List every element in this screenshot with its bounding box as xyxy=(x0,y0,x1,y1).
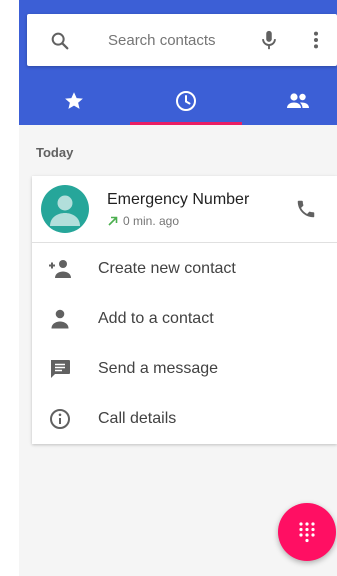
outgoing-call-arrow-icon xyxy=(108,216,118,226)
more-vert-icon[interactable] xyxy=(308,29,324,51)
dialpad-fab-button[interactable] xyxy=(278,503,336,561)
star-icon xyxy=(65,91,83,109)
tab-selected-indicator xyxy=(130,122,242,125)
tab-bar xyxy=(19,76,337,125)
action-create-contact[interactable]: Create new contact xyxy=(32,244,337,294)
app-header: Search contacts xyxy=(19,0,337,125)
call-time: 0 min. ago xyxy=(123,214,180,228)
section-header-today: Today xyxy=(36,145,74,160)
search-bar[interactable]: Search contacts xyxy=(27,14,337,66)
action-call-details[interactable]: Call details xyxy=(32,394,337,444)
search-input[interactable]: Search contacts xyxy=(108,32,216,49)
mic-icon[interactable] xyxy=(258,29,280,51)
call-meta: 0 min. ago xyxy=(107,214,179,228)
phone-icon[interactable] xyxy=(295,198,317,220)
action-label: Create new contact xyxy=(98,260,236,277)
tab-recents[interactable] xyxy=(130,76,242,125)
action-send-message[interactable]: Send a message xyxy=(32,344,337,394)
tab-favorites[interactable] xyxy=(39,76,109,125)
action-add-to-contact[interactable]: Add to a contact xyxy=(32,294,337,344)
recent-call-card: Emergency Number 0 min. ago Create new c… xyxy=(32,176,337,444)
action-label: Call details xyxy=(98,410,177,427)
clock-icon xyxy=(176,90,196,111)
person-icon xyxy=(51,309,69,329)
card-divider xyxy=(32,242,337,243)
info-icon xyxy=(50,409,70,429)
people-icon xyxy=(287,92,309,108)
person-add-icon xyxy=(49,260,71,278)
avatar[interactable] xyxy=(41,185,89,233)
dialer-app: Search contacts Today Emergency Number 0… xyxy=(19,0,337,576)
message-icon xyxy=(51,360,70,378)
search-icon[interactable] xyxy=(49,30,71,52)
action-label: Add to a contact xyxy=(98,310,214,327)
default-avatar-icon xyxy=(50,195,80,226)
action-label: Send a message xyxy=(98,360,219,377)
tab-contacts[interactable] xyxy=(259,76,337,125)
contact-name[interactable]: Emergency Number xyxy=(107,191,249,209)
dialpad-icon xyxy=(299,522,315,543)
